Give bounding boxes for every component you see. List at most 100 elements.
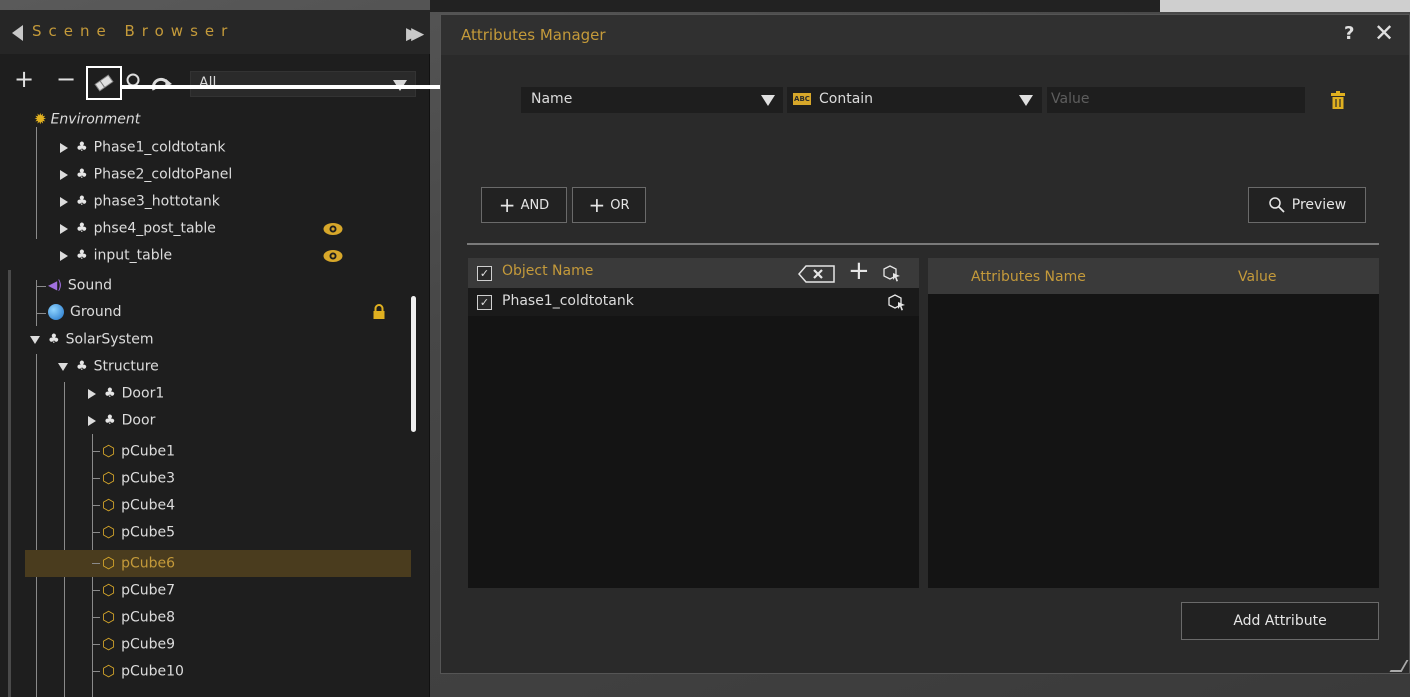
add-node-button[interactable]: + xyxy=(14,66,34,92)
tree-item-input-table[interactable]: ♣ input_table xyxy=(60,242,172,269)
select-object-icon[interactable] xyxy=(887,293,907,311)
tree-item-pcube5[interactable]: ⬡ pCube5 xyxy=(102,519,175,546)
object-row-checkbox[interactable]: ✓ xyxy=(477,295,492,310)
tree-item-pcube8[interactable]: ⬡ pCube8 xyxy=(102,604,175,631)
condition-value: Contain xyxy=(819,91,874,107)
eraser-icon xyxy=(94,74,114,92)
add-and-condition-button[interactable]: + AND xyxy=(481,187,567,223)
search-icon xyxy=(1269,197,1285,213)
tree-item-door[interactable]: ♣ Door xyxy=(88,407,155,434)
collapse-left-icon[interactable] xyxy=(12,25,23,41)
tree-item-label: pCube5 xyxy=(121,524,176,541)
tree-guide xyxy=(92,563,100,564)
tree-item-pcube1[interactable]: ⬡ pCube1 xyxy=(102,438,175,465)
expand-arrow-icon[interactable] xyxy=(60,196,68,207)
tree-item-phase1[interactable]: ♣ Phase1_coldtotank xyxy=(60,134,226,161)
tree-guide xyxy=(64,382,65,697)
hierarchy-icon: ♣ xyxy=(76,194,88,209)
tree-guide xyxy=(92,505,100,506)
value-input[interactable]: Value xyxy=(1047,87,1305,113)
attribute-field-select[interactable]: Name xyxy=(521,87,783,113)
attributes-manager-button[interactable] xyxy=(86,66,122,100)
tree-item-sound[interactable]: ◀) Sound xyxy=(48,272,112,299)
resize-grip-icon[interactable] xyxy=(1389,660,1409,672)
abc-text-icon: ABC xyxy=(793,93,811,105)
value-input-placeholder: Value xyxy=(1051,91,1090,107)
visibility-eye-icon[interactable] xyxy=(322,248,344,264)
chevron-down-icon xyxy=(761,95,775,106)
expand-arrow-icon[interactable] xyxy=(60,250,68,261)
add-or-condition-button[interactable]: + OR xyxy=(572,187,646,223)
tree-item-ground[interactable]: Ground xyxy=(48,299,122,326)
select-object-icon[interactable] xyxy=(882,264,902,282)
tree-item-solar-system[interactable]: ♣ SolarSystem xyxy=(30,326,154,353)
tree-item-label: pCube9 xyxy=(121,636,176,653)
expand-arrow-icon[interactable] xyxy=(60,142,68,153)
tree-item-pcube9[interactable]: ⬡ pCube9 xyxy=(102,631,175,658)
close-button[interactable]: ✕ xyxy=(1374,19,1394,47)
and-label: AND xyxy=(520,197,550,213)
tree-item-label: Sound xyxy=(67,277,113,294)
object-row-name: Phase1_coldtotank xyxy=(502,293,634,309)
tree-item-phase4[interactable]: ♣ phse4_post_table xyxy=(60,215,216,242)
tree-item-label: Phase1_coldtotank xyxy=(93,139,226,156)
scene-browser-panel: Scene Browser ▶▶ + − All ✹ Environment ♣… xyxy=(0,10,486,697)
object-list-panel: ✓ Object Name + ✓ Phase1_coldtotank xyxy=(468,256,919,588)
tree-guide xyxy=(92,590,100,591)
tree-item-label: pCube10 xyxy=(121,663,184,680)
tree-item-door1[interactable]: ♣ Door1 xyxy=(88,380,164,407)
tree-item-label: input_table xyxy=(93,247,173,264)
condition-select[interactable]: ABC Contain xyxy=(787,87,1042,113)
tree-guide xyxy=(92,451,100,452)
help-button[interactable]: ? xyxy=(1344,23,1354,44)
expand-arrow-icon[interactable] xyxy=(88,415,96,426)
plus-icon: + xyxy=(498,193,516,217)
tree-scrollbar[interactable] xyxy=(411,296,416,432)
tree-guide xyxy=(92,478,100,479)
tree-item-label: pCube3 xyxy=(121,470,176,487)
cube-icon: ⬡ xyxy=(102,442,116,460)
lock-icon[interactable] xyxy=(372,304,386,320)
object-list-header: ✓ Object Name + xyxy=(468,256,919,288)
tree-guide xyxy=(92,617,100,618)
tree-item-label: pCube6 xyxy=(121,555,176,572)
tree-item-phase2[interactable]: ♣ Phase2_coldtoPanel xyxy=(60,161,232,188)
trash-icon[interactable] xyxy=(1330,91,1346,111)
tree-item-phase3[interactable]: ♣ phase3_hottotank xyxy=(60,188,220,215)
tree-item-label: pCube1 xyxy=(121,443,176,460)
collapse-arrow-icon[interactable] xyxy=(30,335,40,344)
attribute-list-header: Attributes Name Value xyxy=(928,258,1379,294)
expand-arrow-icon[interactable] xyxy=(88,388,96,399)
cube-icon: ⬡ xyxy=(102,554,116,572)
preview-button[interactable]: Preview xyxy=(1248,187,1366,223)
clear-backspace-icon[interactable] xyxy=(797,264,837,284)
object-row[interactable]: ✓ Phase1_coldtotank xyxy=(468,288,919,316)
tree-item-pcube10[interactable]: ⬡ pCube10 xyxy=(102,658,184,685)
tree-item-label: phase3_hottotank xyxy=(93,193,220,210)
tree-indent-bar xyxy=(8,270,11,697)
tree-item-pcube3[interactable]: ⬡ pCube3 xyxy=(102,465,175,492)
expand-arrow-icon[interactable] xyxy=(60,223,68,234)
expand-right-icon[interactable]: ▶▶ xyxy=(406,24,424,44)
add-attribute-button[interactable]: Add Attribute xyxy=(1181,602,1379,640)
expand-arrow-icon[interactable] xyxy=(60,169,68,180)
collapse-arrow-icon[interactable] xyxy=(58,362,68,371)
tree-item-environment[interactable]: ✹ Environment xyxy=(34,106,140,133)
visibility-eye-icon[interactable] xyxy=(322,221,344,237)
tree-item-label: SolarSystem xyxy=(65,331,154,348)
dialog-titlebar[interactable]: Attributes Manager ? ✕ xyxy=(441,15,1409,55)
add-object-button[interactable]: + xyxy=(848,256,870,286)
plus-icon: + xyxy=(588,193,606,217)
select-all-checkbox[interactable]: ✓ xyxy=(477,266,492,281)
tree-guide xyxy=(36,286,46,287)
remove-node-button[interactable]: − xyxy=(56,66,76,92)
attributes-manager-dialog: Attributes Manager ? ✕ Name ABC Contain … xyxy=(440,14,1410,674)
tree-item-pcube4[interactable]: ⬡ pCube4 xyxy=(102,492,175,519)
hierarchy-icon: ♣ xyxy=(76,221,88,236)
hierarchy-icon: ♣ xyxy=(76,248,88,263)
tree-item-pcube7[interactable]: ⬡ pCube7 xyxy=(102,577,175,604)
tree-item-structure[interactable]: ♣ Structure xyxy=(58,353,159,380)
tree-item-label: Ground xyxy=(70,304,122,320)
tree-item-pcube6[interactable]: ⬡ pCube6 xyxy=(102,550,175,577)
cube-icon: ⬡ xyxy=(102,608,116,626)
